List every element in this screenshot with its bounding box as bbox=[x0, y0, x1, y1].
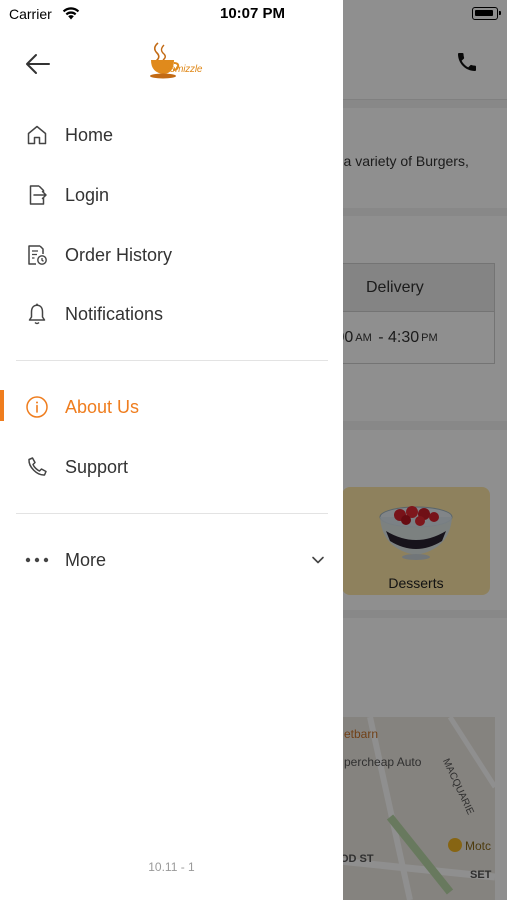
menu-item-label: Notifications bbox=[65, 303, 164, 324]
app-version: 10.11 - 1 bbox=[148, 860, 195, 874]
bell-icon bbox=[24, 301, 50, 327]
carrier-label: Carrier bbox=[9, 6, 52, 22]
chevron-down-icon[interactable] bbox=[309, 553, 327, 567]
menu-divider bbox=[16, 513, 328, 514]
menu-item-more[interactable]: More bbox=[0, 532, 343, 588]
wifi-icon bbox=[62, 7, 80, 20]
menu-item-label: About Us bbox=[65, 396, 140, 417]
menu-item-label: Home bbox=[65, 124, 114, 145]
menu-item-label: More bbox=[65, 549, 107, 570]
cafe-logo: cafemizzle bbox=[148, 40, 214, 86]
back-arrow-icon[interactable] bbox=[22, 50, 54, 78]
order-history-icon bbox=[24, 242, 50, 268]
menu-item-label: Order History bbox=[65, 244, 173, 265]
menu-item-login[interactable]: Login bbox=[0, 167, 343, 223]
menu-item-about-us[interactable]: About Us bbox=[0, 379, 343, 435]
login-icon bbox=[24, 182, 50, 208]
menu-item-label: Login bbox=[65, 184, 110, 205]
menu-item-notifications[interactable]: Notifications bbox=[0, 286, 343, 342]
phone-icon bbox=[24, 454, 50, 480]
info-icon bbox=[24, 394, 50, 420]
battery-icon bbox=[472, 7, 501, 20]
logo-wordmark: cafemizzle bbox=[157, 64, 203, 75]
status-bar: Carrier 10:07 PM bbox=[0, 0, 507, 28]
menu-item-support[interactable]: Support bbox=[0, 439, 343, 495]
menu-divider bbox=[16, 360, 328, 361]
coffee-cup-icon bbox=[150, 42, 180, 79]
menu-item-order-history[interactable]: Order History bbox=[0, 227, 343, 283]
home-icon bbox=[24, 122, 50, 148]
status-time: 10:07 PM bbox=[220, 5, 286, 22]
more-dots-icon bbox=[24, 547, 50, 573]
navigation-drawer: cafemizzle Home Login Order History Noti… bbox=[0, 0, 343, 900]
menu-item-home[interactable]: Home bbox=[0, 107, 343, 163]
menu-item-label: Support bbox=[65, 456, 129, 477]
